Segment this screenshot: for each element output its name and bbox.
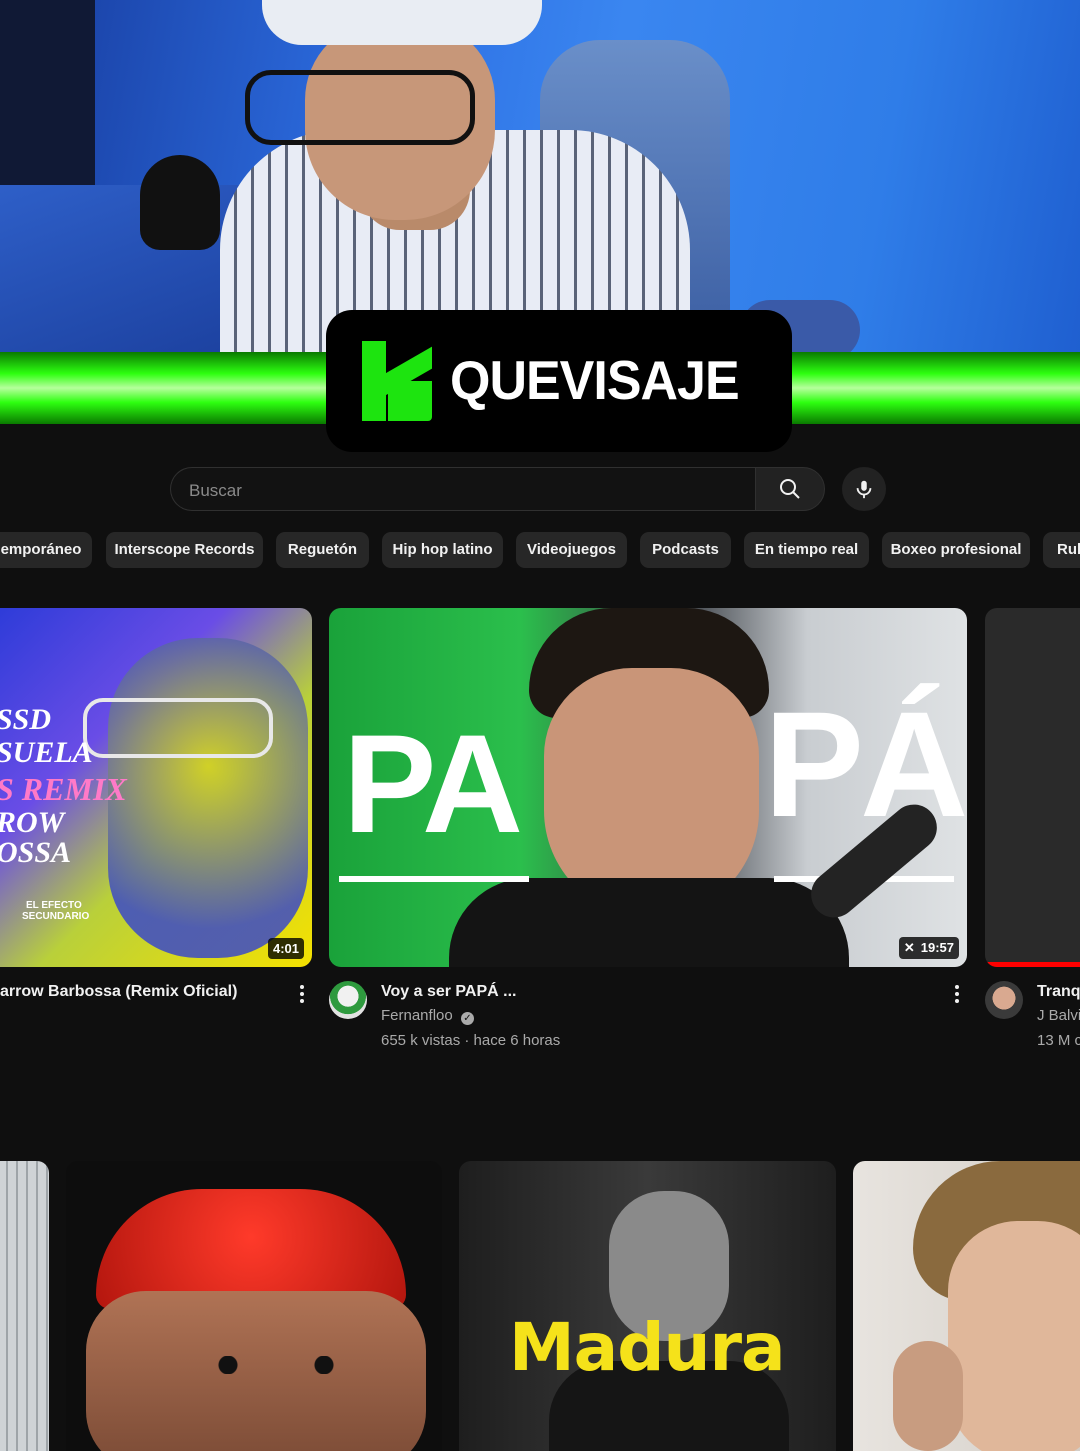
search-button[interactable] [755,467,825,511]
watch-progress-bar [985,962,1080,967]
microphone-icon [856,480,872,499]
video-thumbnail[interactable] [66,1161,442,1451]
thumbnail-person-shirt [449,878,849,967]
video-duration: ✕ 19:57 [898,937,959,959]
video-thumbnail[interactable]: SSD SUELA S REMIX ROW OSSA EL EFECTO SEC… [0,608,312,967]
video-meta: 13 M c [1037,1032,1080,1049]
video-meta: 655 k vistas · hace 6 horas [381,1032,561,1049]
thumbnail-glasses-shape [83,698,273,758]
voice-search-button[interactable] [842,467,886,511]
thumbnail-caption: Madura [509,1309,786,1386]
search-input[interactable] [187,478,731,504]
video-thumbnail[interactable] [0,1161,49,1451]
thumbnail-eyes [196,1356,356,1374]
video-duration: 4:01 [267,938,304,959]
thumbnail-text-pa: PA [343,705,523,862]
chip-videojuegos[interactable]: Videojuegos [516,532,627,568]
thumbnail-line: SSD [0,703,52,736]
video-title[interactable]: Tranq [1037,983,1080,1001]
channel-name-row: Fernanfloo ✓ [381,1007,474,1025]
search-box [170,467,755,511]
more-options-icon[interactable] [955,985,959,1003]
webcam-cat [140,155,220,250]
chip-en-tiempo-real[interactable]: En tiempo real [744,532,869,568]
thumbnail-line: OSSA [0,836,72,869]
k-logo-icon [362,341,434,421]
streamer-webcam [0,0,1080,360]
chip-podcasts[interactable]: Podcasts [640,532,731,568]
channel-logo-banner: QUEVISAJE [326,310,792,452]
video-thumbnail[interactable] [853,1161,1080,1451]
thumbnail-underline [339,876,529,882]
thumbnail-badge-line: SECUNDARIO [22,911,90,922]
search-icon [780,479,800,499]
chip-regueton[interactable]: Reguetón [276,532,369,568]
video-title[interactable]: arrow Barbossa (Remix Oficial) [0,983,237,1001]
chip-boxeo-profesional[interactable]: Boxeo profesional [882,532,1030,568]
brand-name: QUEVISAJE [450,350,740,412]
video-thumbnail[interactable]: PA PÁ ✕ 19:57 [329,608,967,967]
channel-name[interactable]: J Balvi [1037,1007,1080,1024]
verified-icon: ✓ [460,1012,474,1025]
video-duration-text: 19:57 [920,940,954,955]
chip-rub[interactable]: Rul [1043,532,1080,568]
video-thumbnail[interactable] [985,608,1080,967]
thumbnail-line: S REMIX [0,771,127,807]
category-chips-bar: emporáneo Interscope Records Reguetón Hi… [0,532,1080,570]
thumbnail-line: SUELA [0,736,93,769]
chip-interscope-records[interactable]: Interscope Records [106,532,263,568]
thumbnail-person-face [948,1221,1080,1451]
webcam-person-cap [262,0,542,45]
channel-avatar[interactable] [329,981,367,1019]
chip-hip-hop-latino[interactable]: Hip hop latino [382,532,503,568]
thumbnail-background-person [893,1341,963,1451]
chip-contemporaneo[interactable]: emporáneo [0,532,92,568]
video-title[interactable]: Voy a ser PAPÁ ... [381,983,516,1001]
channel-avatar[interactable] [985,981,1023,1019]
thumbnail-face-shape [108,638,308,958]
more-options-icon[interactable] [300,985,304,1003]
thumbnail-badge-line: EL EFECTO [26,900,82,911]
channel-name[interactable]: Fernanfloo [381,1007,453,1024]
webcam-person-glasses [245,70,475,145]
thumbnail-line: ROW [0,806,65,839]
video-thumbnail[interactable]: Madura [459,1161,836,1451]
mute-icon: ✕ [903,940,915,955]
